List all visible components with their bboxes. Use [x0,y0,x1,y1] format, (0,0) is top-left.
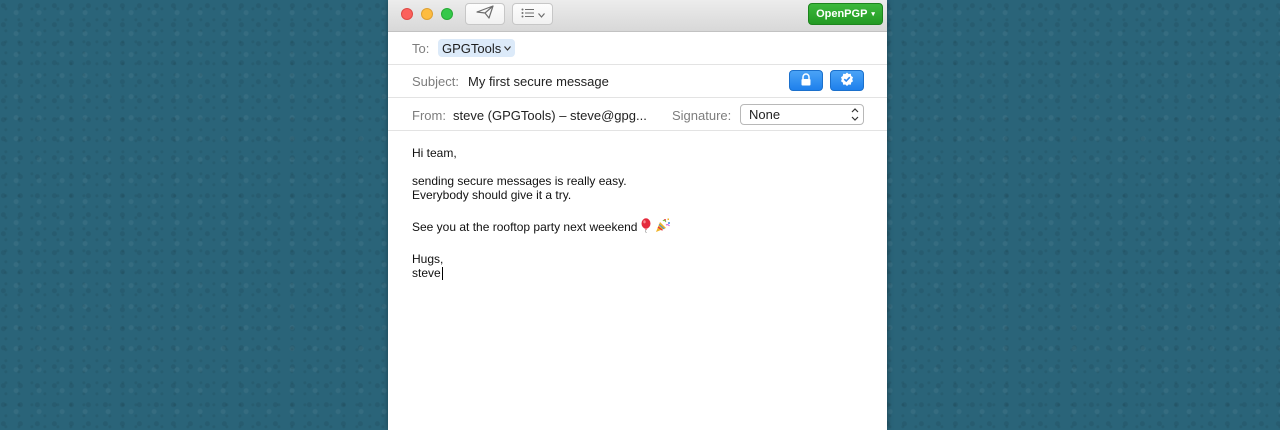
signature-value: None [749,107,781,122]
body-line: Hi team, [412,146,457,160]
from-row: From: steve (GPGTools) – steve@gpg... Si… [388,98,887,131]
minimize-window-button[interactable] [421,8,433,20]
dropdown-arrow-icon: ▾ [871,11,875,18]
check-seal-icon [840,72,854,89]
openpgp-button[interactable]: OpenPGP ▾ [808,3,883,25]
text-cursor [441,267,443,281]
signature-select[interactable]: None [740,104,864,125]
message-body[interactable]: Hi team, sending secure messages is real… [412,146,671,281]
close-window-button[interactable] [401,8,413,20]
party-popper-emoji [655,218,671,236]
openpgp-label: OpenPGP [816,8,868,20]
recipient-name: GPGTools [442,40,502,56]
titlebar: OpenPGP ▾ [388,0,887,32]
list-icon [521,5,535,23]
body-line-last: steve [412,266,671,281]
body-line: Hugs, [412,252,444,266]
paper-plane-icon [476,4,494,24]
chevron-down-icon [537,5,545,23]
encrypt-button[interactable] [789,70,823,91]
from-label: From: [412,108,446,123]
subject-label: Subject: [412,74,459,89]
compose-window: OpenPGP ▾ To: GPGTools Subject: My first… [388,0,887,430]
body-line: Everybody should give it a try. [412,188,572,202]
to-label: To: [412,41,430,56]
body-line: See you at the rooftop party next weeken… [412,220,638,234]
body-line: steve [412,266,441,280]
chevron-down-icon [504,44,512,53]
subject-row: Subject: My first secure message [388,65,887,98]
format-menu-button[interactable] [512,3,553,25]
signature-label: Signature: [672,108,732,123]
maximize-window-button[interactable] [441,8,453,20]
send-button[interactable] [465,3,505,25]
sign-button[interactable] [830,70,864,91]
balloon-emoji [640,218,652,236]
recipient-token[interactable]: GPGTools [438,39,516,57]
lock-icon [800,72,812,89]
subject-field[interactable]: My first secure message [468,74,609,89]
body-line-with-emoji: See you at the rooftop party next weeken… [412,218,671,236]
updown-chevron-icon [851,105,859,124]
body-line: sending secure messages is really easy. [412,174,627,188]
from-account-select[interactable]: steve (GPGTools) – steve@gpg... [453,108,647,123]
to-row: To: GPGTools [388,32,887,65]
